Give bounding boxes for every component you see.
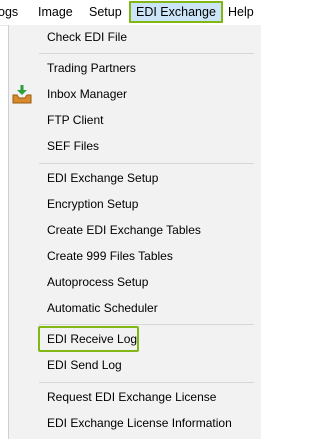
inbox-tray-icon bbox=[11, 84, 33, 104]
menu-item-sef-files[interactable]: SEF Files bbox=[47, 136, 99, 156]
menu-item-create-edi-exchange-tables[interactable]: Create EDI Exchange Tables bbox=[47, 220, 201, 240]
menu-bar: ogs Image Setup EDI Exchange Help bbox=[0, 0, 260, 26]
edi-exchange-dropdown: Check EDI File Trading Partners Inbox Ma… bbox=[8, 25, 261, 439]
menu-image[interactable]: Image bbox=[38, 3, 73, 21]
menu-separator bbox=[39, 53, 254, 54]
menu-separator bbox=[39, 163, 254, 164]
menu-item-create-999-files-tables[interactable]: Create 999 Files Tables bbox=[47, 246, 173, 266]
menu-item-check-edi-file[interactable]: Check EDI File bbox=[47, 27, 127, 47]
menu-separator bbox=[39, 382, 254, 383]
menu-setup[interactable]: Setup bbox=[89, 3, 122, 21]
menu-item-automatic-scheduler[interactable]: Automatic Scheduler bbox=[47, 298, 158, 318]
menu-help[interactable]: Help bbox=[228, 3, 254, 21]
menu-item-edi-receive-log[interactable]: EDI Receive Log bbox=[47, 329, 137, 349]
menu-separator bbox=[39, 324, 254, 325]
menu-item-license-information[interactable]: EDI Exchange License Information bbox=[47, 413, 232, 433]
menu-item-encryption-setup[interactable]: Encryption Setup bbox=[47, 194, 138, 214]
menu-item-edi-exchange-setup[interactable]: EDI Exchange Setup bbox=[47, 168, 158, 188]
menu-item-request-license[interactable]: Request EDI Exchange License bbox=[47, 387, 216, 407]
menu-item-inbox-manager[interactable]: Inbox Manager bbox=[47, 84, 127, 104]
menu-item-edi-send-log[interactable]: EDI Send Log bbox=[47, 355, 122, 375]
menu-logs[interactable]: ogs bbox=[0, 3, 18, 21]
menu-edi-exchange[interactable]: EDI Exchange bbox=[129, 1, 223, 23]
menu-item-autoprocess-setup[interactable]: Autoprocess Setup bbox=[47, 272, 148, 292]
menu-item-ftp-client[interactable]: FTP Client bbox=[47, 110, 103, 130]
menu-item-trading-partners[interactable]: Trading Partners bbox=[47, 58, 136, 78]
